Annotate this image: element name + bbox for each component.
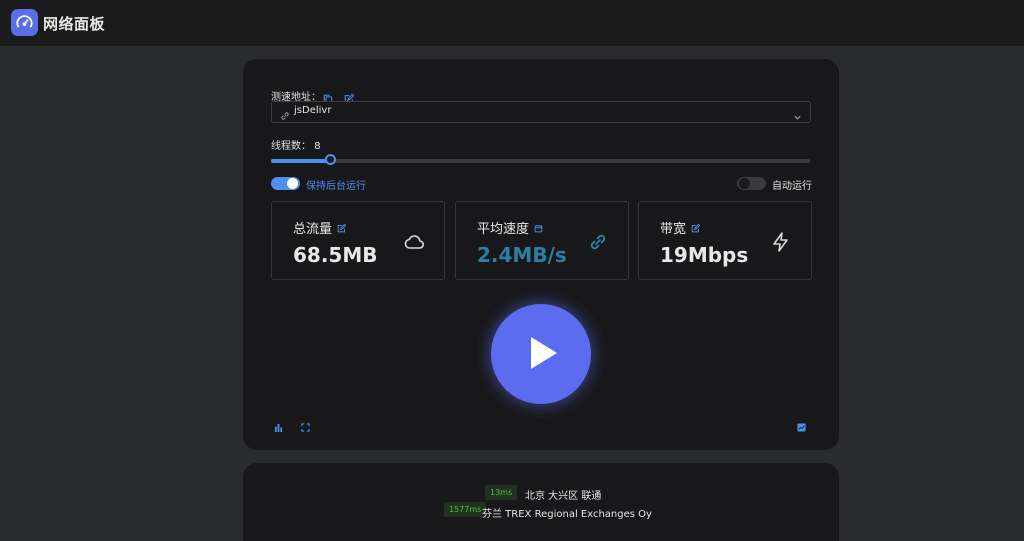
start-test-button[interactable] bbox=[491, 304, 591, 404]
ping-location: 北京 大兴区 联通 bbox=[525, 491, 602, 502]
chevron-down-icon bbox=[793, 107, 802, 126]
fullscreen-icon[interactable] bbox=[301, 417, 310, 436]
edit-icon[interactable] bbox=[691, 223, 701, 233]
stat-title: 带宽 bbox=[660, 218, 701, 237]
ping-location: 芬兰 TREX Regional Exchanges Oy bbox=[482, 509, 652, 520]
ping-badge: 1577ms bbox=[444, 502, 487, 517]
total-traffic-card: 总流量 68.5MB bbox=[271, 201, 445, 280]
stat-title: 平均速度 bbox=[477, 218, 543, 237]
average-speed-value: 2.4MB/s bbox=[477, 243, 567, 267]
ping-results-card: 13ms 北京 大兴区 联通 1577ms 芬兰 TREX Regional E… bbox=[243, 463, 839, 541]
link-icon bbox=[280, 106, 290, 125]
url-select-value: jsDelivr bbox=[294, 105, 332, 116]
edit-icon[interactable] bbox=[344, 89, 355, 104]
total-traffic-value: 68.5MB bbox=[293, 243, 378, 267]
threads-value: 8 bbox=[314, 141, 321, 152]
link-icon bbox=[586, 230, 610, 254]
auto-run-toggle[interactable] bbox=[737, 177, 766, 190]
bandwidth-value: 19Mbps bbox=[660, 243, 749, 267]
ping-badge: 13ms bbox=[485, 485, 518, 500]
line-chart-icon[interactable] bbox=[797, 417, 806, 436]
cloud-icon bbox=[402, 230, 426, 254]
top-bar: 网络面板 bbox=[0, 0, 1024, 46]
bandwidth-card: 带宽 19Mbps bbox=[638, 201, 812, 280]
url-select[interactable]: jsDelivr bbox=[271, 101, 811, 123]
play-icon bbox=[531, 337, 557, 369]
keep-background-toggle[interactable] bbox=[271, 177, 300, 190]
threads-slider[interactable] bbox=[271, 154, 810, 165]
copy-icon[interactable] bbox=[323, 89, 334, 104]
keep-background-label: 保持后台运行 bbox=[306, 181, 366, 192]
slider-thumb[interactable] bbox=[325, 154, 336, 165]
auto-run-label: 自动运行 bbox=[772, 181, 812, 192]
speed-test-card: 测速地址： jsDelivr 线程数： 8 保持后台运行 自动运行 总流量 68… bbox=[243, 59, 839, 450]
threads-label: 线程数： 8 bbox=[271, 141, 321, 152]
calendar-icon[interactable] bbox=[534, 224, 543, 233]
toggle-knob bbox=[287, 178, 298, 189]
stat-title: 总流量 bbox=[293, 218, 347, 237]
toggle-knob bbox=[739, 178, 750, 189]
edit-icon[interactable] bbox=[337, 223, 347, 233]
bar-chart-icon[interactable] bbox=[274, 417, 283, 436]
speedometer-icon[interactable] bbox=[11, 9, 38, 36]
app-title: 网络面板 bbox=[43, 15, 106, 33]
slider-fill bbox=[271, 159, 330, 163]
average-speed-card: 平均速度 2.4MB/s bbox=[455, 201, 629, 280]
lightning-icon bbox=[769, 230, 793, 254]
